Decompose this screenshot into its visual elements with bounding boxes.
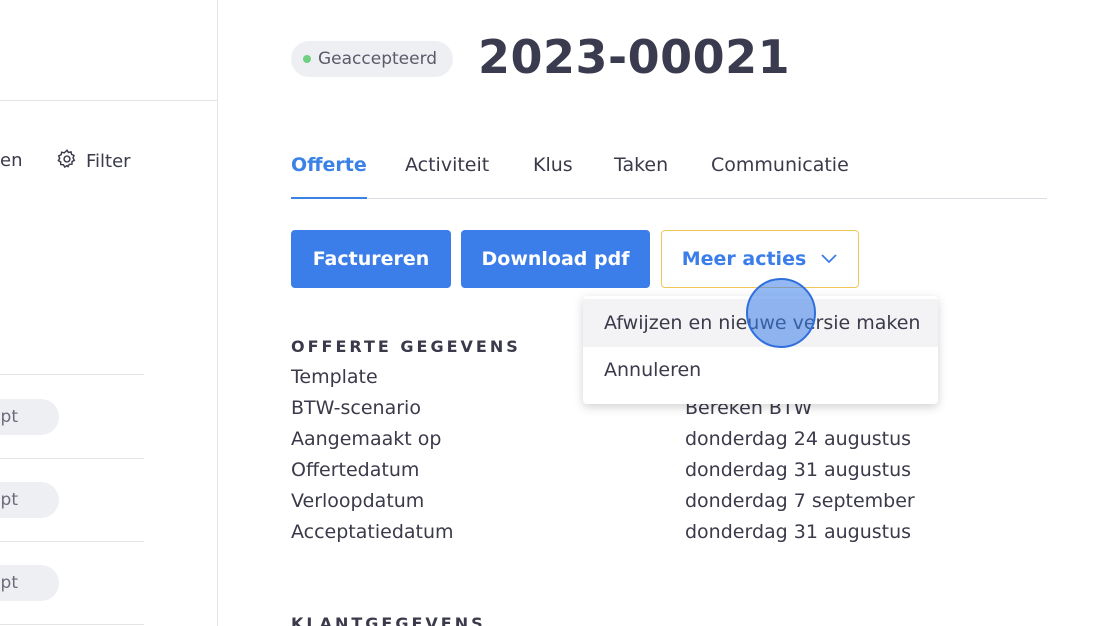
detail-label: BTW-scenario [291,397,421,419]
chevron-down-icon [820,248,838,270]
detail-value: donderdag 31 augustus [685,521,912,543]
detail-value: donderdag 7 september [685,490,915,512]
list-item-badge[interactable]: pt [0,399,59,435]
tab-klus[interactable]: Klus [533,154,573,199]
tab-communicatie[interactable]: Communicatie [711,154,849,199]
offer-details-heading: OFFERTE GEGEVENS [291,337,521,356]
list-item-badge[interactable]: pt [0,565,59,601]
sidebar: en Filter pt pt pt [0,0,218,626]
tab-offerte[interactable]: Offerte [291,154,367,199]
menu-item-cancel[interactable]: Annuleren [583,346,938,394]
cursor-indicator [746,278,816,348]
status-badge: Geaccepteerd [291,41,454,77]
list-divider [0,624,144,625]
list-divider [0,374,144,375]
detail-label: Verloopdatum [291,490,425,512]
detail-value: donderdag 31 augustus [685,459,912,481]
sidebar-sort-label[interactable]: en [0,150,22,171]
status-dot-icon [303,55,311,63]
detail-label: Aangemaakt op [291,428,442,450]
detail-value: donderdag 24 augustus [685,428,912,450]
filter-label: Filter [86,151,131,172]
page-title: 2023-00021 [478,30,791,84]
list-divider [0,458,144,459]
more-actions-label: Meer acties [681,248,807,270]
filter-button[interactable]: Filter [56,148,131,175]
list-item-badge[interactable]: pt [0,482,59,518]
customer-details-heading: KLANTGEGEVENS [291,614,486,626]
status-label: Geaccepteerd [318,49,438,69]
detail-label: Acceptatiedatum [291,521,454,543]
detail-label: Offertedatum [291,459,420,481]
tab-taken[interactable]: Taken [614,154,668,199]
gear-icon [56,148,78,175]
list-divider [0,541,144,542]
more-actions-button[interactable]: Meer acties [661,230,859,288]
detail-label: Template [291,366,378,388]
sidebar-divider [0,100,218,101]
tab-activiteit[interactable]: Activiteit [405,154,489,199]
tab-bar: Offerte Activiteit Klus Taken Communicat… [291,154,1047,199]
download-pdf-button[interactable]: Download pdf [461,230,650,288]
invoice-button[interactable]: Factureren [291,230,451,288]
